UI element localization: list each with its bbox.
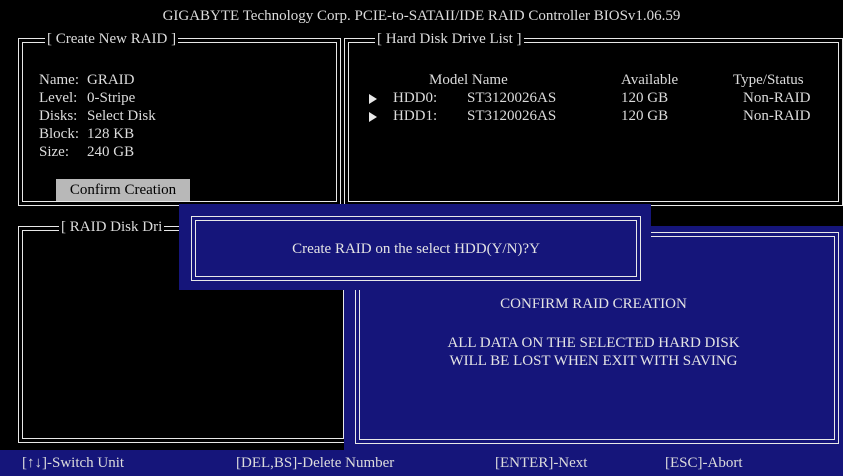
hdd-available: 120 GB [621,90,669,106]
field-label: Block: [39,126,79,142]
next-hint: [ENTER]-Next [495,455,588,471]
delete-number-hint: [DEL,BS]-Delete Number [236,455,395,471]
hdd-model: ST3120026AS [467,108,557,124]
bios-title: GIGABYTE Technology Corp. PCIE-to-SATAII… [162,8,681,24]
hdd-type: Non-RAID [743,90,811,106]
key-help-bar: [↑↓]-Switch Unit [DEL,BS]-Delete Number … [0,450,843,476]
field-value: 240 GB [87,144,135,160]
warning-heading: CONFIRM RAID CREATION [500,296,687,312]
hdd-list-panel-title: [ Hard Disk Drive List ] [375,31,524,47]
field-value: 0-Stripe [87,90,136,106]
field-label: Name: [39,72,79,88]
warning-line-2: WILL BE LOST WHEN EXIT WITH SAVING [449,353,738,369]
hdd-type: Non-RAID [743,108,811,124]
field-value: 128 KB [87,126,135,142]
hdd-header-type: Type/Status [733,72,804,88]
dialog-frame: Create RAID on the select HDD(Y/N)?Y [191,216,641,281]
switch-unit-hint: [↑↓]-Switch Unit [22,455,125,471]
title-bar: GIGABYTE Technology Corp. PCIE-to-SATAII… [0,0,843,30]
create-raid-panel-title: [ Create New RAID ] [45,31,179,47]
hdd-header-model: Model Name [429,72,508,88]
warning-line-1: ALL DATA ON THE SELECTED HARD DISK [447,335,740,351]
pointer-triangle-icon [369,94,377,104]
hdd-model: ST3120026AS [467,90,557,106]
abort-hint: [ESC]-Abort [665,455,743,471]
field-label: Level: [39,90,78,106]
dialog-prompt[interactable]: Create RAID on the select HDD(Y/N)?Y [192,241,640,258]
pointer-triangle-icon [369,112,377,122]
field-label: Disks: [39,108,78,124]
field-value: Select Disk [87,108,156,124]
field-label: Size: [39,144,69,160]
confirm-creation-button[interactable]: Confirm Creation [56,179,190,201]
hdd-header-available: Available [621,72,679,88]
hdd-id: HDD1: [393,108,438,124]
hdd-available: 120 GB [621,108,669,124]
hdd-list-panel: [ Hard Disk Drive List ] Model Name Avai… [344,31,843,206]
create-raid-dialog: Create RAID on the select HDD(Y/N)?Y [179,204,651,290]
raid-disk-panel-title: [ RAID Disk Dri [59,219,165,235]
hdd-id: HDD0: [393,90,438,106]
field-value: GRAID [87,72,135,88]
